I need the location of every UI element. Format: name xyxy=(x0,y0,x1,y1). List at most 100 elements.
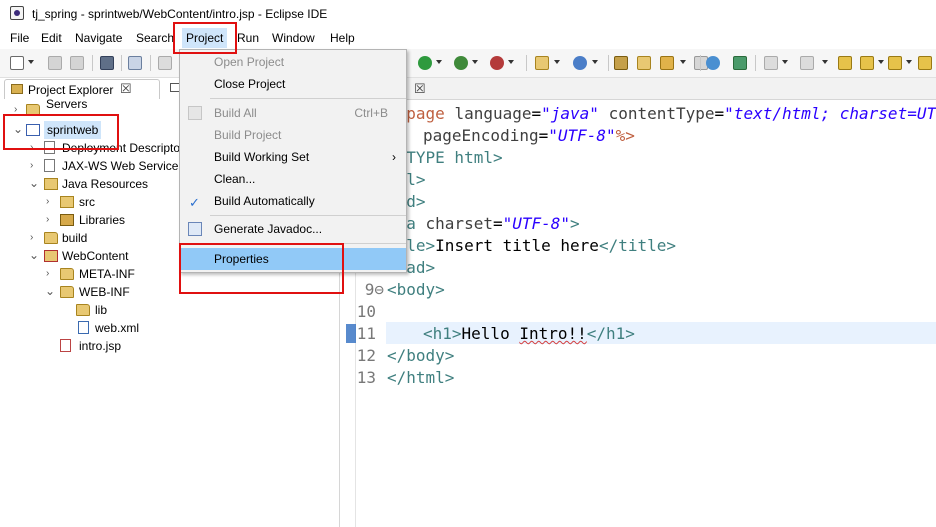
java-resources-icon xyxy=(44,178,58,190)
tree-item-webcontent[interactable]: ⌄ WebContent xyxy=(0,247,180,265)
save-all-icon[interactable] xyxy=(70,56,84,70)
menu-item-build-all[interactable]: Build All Ctrl+B xyxy=(180,102,406,124)
run-server-dropdown-icon[interactable] xyxy=(472,60,478,64)
resume-icon[interactable] xyxy=(158,56,172,70)
web-service-dropdown-icon[interactable] xyxy=(592,60,598,64)
close-icon[interactable]: ☒ xyxy=(414,81,426,97)
open-type-icon[interactable] xyxy=(614,56,628,70)
menu-navigate[interactable]: Navigate xyxy=(75,31,122,45)
close-icon[interactable]: ☒ xyxy=(120,81,132,97)
toolbar-separator xyxy=(526,55,527,71)
code-line-2[interactable]: pageEncoding="UTF-8"%> xyxy=(423,125,635,147)
search-pencil-icon[interactable] xyxy=(660,56,674,70)
search-dropdown-icon[interactable] xyxy=(680,60,686,64)
new-web-project-icon[interactable] xyxy=(535,56,549,70)
web-service-icon[interactable] xyxy=(573,56,587,70)
forward-next-icon[interactable] xyxy=(918,56,932,70)
back-icon[interactable] xyxy=(860,56,874,70)
new-dropdown-icon[interactable] xyxy=(28,60,34,64)
expand-arrow-icon[interactable]: › xyxy=(46,211,56,229)
save-icon[interactable] xyxy=(48,56,62,70)
expand-arrow-icon[interactable]: › xyxy=(30,229,40,247)
menu-file[interactable]: File xyxy=(10,31,29,45)
task-icon[interactable] xyxy=(733,56,747,70)
run-icon[interactable] xyxy=(418,56,432,70)
tree-item-libraries[interactable]: › Libraries xyxy=(0,211,180,229)
forward-dropdown-icon[interactable] xyxy=(906,60,912,64)
code-line-1[interactable]: @ page language="java" contentType="text… xyxy=(387,103,936,125)
run-dropdown-icon[interactable] xyxy=(436,60,442,64)
menu-item-build-automatically[interactable]: ✓ Build Automatically xyxy=(180,190,406,212)
last-edit-icon[interactable] xyxy=(838,56,852,70)
back-dropdown-icon[interactable] xyxy=(878,60,884,64)
collapse-arrow-icon[interactable]: ⌄ xyxy=(45,282,55,300)
next-annotation-icon[interactable] xyxy=(764,56,778,70)
toolbar-separator xyxy=(121,55,122,71)
expand-arrow-icon[interactable]: › xyxy=(46,193,56,211)
line-number: 13 xyxy=(356,368,376,387)
folder-icon xyxy=(44,232,58,244)
code-line-12[interactable]: </body> xyxy=(387,345,454,367)
menu-item-generate-javadoc[interactable]: Generate Javadoc... xyxy=(180,218,406,240)
line-number: 11 xyxy=(356,324,376,343)
collapse-arrow-icon[interactable]: ⌄ xyxy=(29,246,39,264)
run-server-icon[interactable] xyxy=(454,56,468,70)
tree-item-build[interactable]: › build xyxy=(0,229,180,247)
tree-item-label: Libraries xyxy=(79,213,126,227)
editor-tab-bar xyxy=(340,78,936,100)
skip-breakpoints-icon[interactable] xyxy=(128,56,142,70)
next-annotation-dropdown-icon[interactable] xyxy=(782,60,788,64)
web-browser-icon[interactable] xyxy=(706,56,720,70)
menu-help[interactable]: Help xyxy=(330,31,355,45)
new-file-icon[interactable] xyxy=(10,56,24,70)
open-folder-icon[interactable] xyxy=(637,56,651,70)
tree-item-java-resources[interactable]: ⌄ Java Resources xyxy=(0,175,180,193)
collapse-arrow-icon[interactable]: ⌄ xyxy=(29,174,39,192)
tree-item-label: lib xyxy=(95,303,108,317)
new-web-dropdown-icon[interactable] xyxy=(554,60,560,64)
external-tools-dropdown-icon[interactable] xyxy=(508,60,514,64)
build-all-icon xyxy=(188,106,202,120)
tree-item-intro-jsp[interactable]: intro.jsp xyxy=(0,337,180,355)
expand-arrow-icon[interactable]: › xyxy=(30,157,40,175)
menu-window[interactable]: Window xyxy=(272,31,315,45)
menu-item-build-working-set[interactable]: Build Working Set › xyxy=(180,146,406,168)
main-toolbar xyxy=(0,49,936,78)
toolbar-separator xyxy=(700,55,701,71)
tree-item-jax-ws[interactable]: › JAX-WS Web Services xyxy=(0,157,180,175)
menu-run[interactable]: Run xyxy=(237,31,259,45)
tree-item-label: Java Resources xyxy=(62,177,149,191)
forward-icon[interactable] xyxy=(888,56,902,70)
window-title: tj_spring - sprintweb/WebContent/intro.j… xyxy=(32,7,328,21)
folder-icon xyxy=(60,286,74,298)
previous-annotation-dropdown-icon[interactable] xyxy=(822,60,828,64)
tree-item-meta-inf[interactable]: › META-INF xyxy=(0,265,180,283)
menu-separator xyxy=(210,98,406,99)
menu-item-close-project[interactable]: Close Project xyxy=(180,73,406,95)
tree-item-label: WEB-INF xyxy=(79,285,130,299)
tree-item-web-inf[interactable]: ⌄ WEB-INF xyxy=(0,283,180,301)
code-line-7[interactable]: itle>Insert title here</title> xyxy=(387,235,676,257)
project-explorer-icon xyxy=(11,84,23,94)
tree-item-web-xml[interactable]: web.xml xyxy=(0,319,180,337)
code-line-6[interactable]: eta charset="UTF-8"> xyxy=(387,213,580,235)
tree-item-label: WebContent xyxy=(62,249,129,263)
menu-edit[interactable]: Edit xyxy=(41,31,62,45)
menu-bar: File Edit Navigate Search Project Run Wi… xyxy=(0,28,936,49)
code-line-11[interactable]: <h1>Hello Intro!!</h1> xyxy=(423,323,635,345)
menu-item-open-project[interactable]: Open Project xyxy=(180,51,406,73)
tree-item-src[interactable]: › src xyxy=(0,193,180,211)
tree-item-label: intro.jsp xyxy=(79,339,122,353)
tree-item-label: src xyxy=(79,195,95,209)
menu-search[interactable]: Search xyxy=(136,31,174,45)
previous-annotation-icon[interactable] xyxy=(800,56,814,70)
menu-item-build-project[interactable]: Build Project xyxy=(180,124,406,146)
external-tools-icon[interactable] xyxy=(490,56,504,70)
expand-arrow-icon[interactable]: › xyxy=(46,265,56,283)
tree-item-lib[interactable]: lib xyxy=(0,301,180,319)
code-line-9[interactable]: <body> xyxy=(387,279,445,301)
code-line-13[interactable]: </html> xyxy=(387,367,454,389)
menu-item-clean[interactable]: Clean... xyxy=(180,168,406,190)
terminal-icon[interactable] xyxy=(100,56,114,70)
jsp-file-icon xyxy=(60,339,71,352)
